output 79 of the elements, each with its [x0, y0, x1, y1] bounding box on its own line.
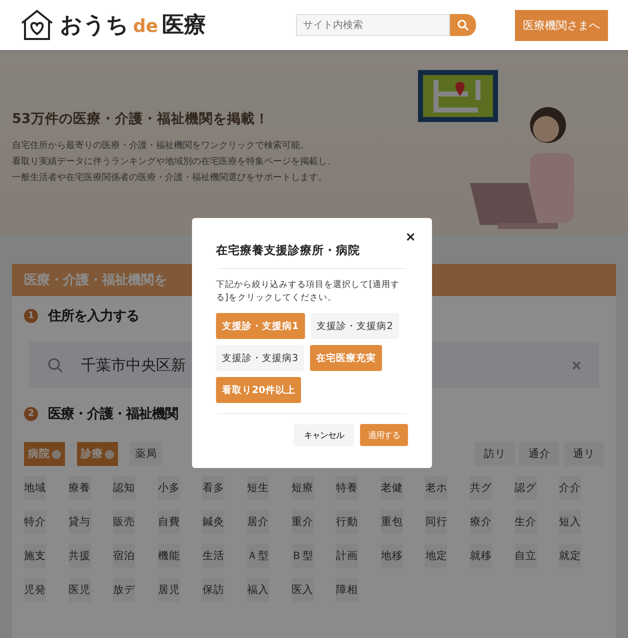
filter-option[interactable]: 在宅医療充実 [310, 345, 382, 371]
facility-link-button[interactable]: 医療機関さまへ [515, 10, 608, 40]
filter-tag[interactable]: 薬局 [130, 442, 162, 466]
logo-text[interactable]: おうち de 医療 [60, 10, 206, 40]
filter-tag[interactable]: 地域 [24, 476, 46, 500]
filter-tag[interactable]: 介介 [559, 476, 582, 500]
filter-tag[interactable]: 就定 [559, 544, 582, 568]
apply-button[interactable]: 適用する [360, 424, 408, 446]
filter-tag[interactable]: 短生 [246, 476, 269, 500]
filter-tag[interactable]: 施支 [24, 544, 46, 568]
hero-description: 自宅住所から最寄りの医療・介護・福祉機関をワンクリックで検索可能。 看取り実績データに伴うランキングや地域別の在宅医療を特集ページを掲載し、 一般生活者や在宅医療関係者の医療・介護・福祉機関選びをサポートします。 [12, 139, 337, 185]
filter-tag[interactable]: 同行 [425, 510, 448, 534]
filter-tag[interactable]: 保訪 [202, 578, 224, 602]
filter-tag[interactable]: 療介 [470, 510, 492, 534]
filter-tag[interactable]: 老ホ [425, 476, 448, 500]
filter-tag[interactable]: 共グ [470, 476, 492, 500]
clear-icon[interactable] [572, 361, 581, 370]
cancel-button[interactable]: キャンセル [294, 424, 354, 446]
filter-tag[interactable]: 行動 [336, 510, 358, 534]
close-button[interactable]: × [405, 230, 416, 245]
house-heart-icon [20, 9, 54, 41]
filter-tag[interactable]: 販売 [113, 510, 136, 534]
filter-tag[interactable]: 生活 [202, 544, 224, 568]
filter-tag[interactable]: 特介 [24, 510, 46, 534]
filter-tag[interactable]: 病院 [24, 442, 65, 466]
filter-option[interactable]: 支援診・支援病3 [216, 345, 304, 371]
filter-tag[interactable]: 看多 [202, 476, 224, 500]
filter-tag[interactable]: 診療 [77, 442, 118, 466]
step-title: 医療・介護・福祉機関 [48, 405, 178, 423]
search-icon [47, 357, 63, 373]
filter-tag[interactable]: 地移 [380, 544, 403, 568]
filter-option[interactable]: 支援診・支援病1 [216, 313, 305, 339]
remove-icon [105, 450, 114, 458]
filter-tag[interactable]: 医入 [292, 578, 314, 602]
filter-tag[interactable]: 通介 [519, 442, 560, 466]
filter-tag[interactable]: 福入 [246, 578, 269, 602]
step-title: 住所を入力する [48, 308, 139, 325]
filter-tag[interactable]: 就移 [470, 544, 492, 568]
filter-tag[interactable]: 重包 [380, 510, 403, 534]
filter-tag[interactable]: 地定 [425, 544, 448, 568]
filter-tag[interactable]: 認グ [514, 476, 537, 500]
filter-tag[interactable]: 自費 [158, 510, 180, 534]
search-field[interactable]: サイト内検索 [296, 14, 450, 36]
filter-tag[interactable]: 通リ [564, 442, 604, 466]
filter-tag[interactable]: 自立 [514, 544, 537, 568]
filter-tag[interactable]: 計画 [336, 544, 358, 568]
filter-tag[interactable]: 生介 [514, 510, 537, 534]
filter-tag[interactable]: 重介 [292, 510, 314, 534]
filter-tag[interactable]: 短入 [559, 510, 582, 534]
search-icon [457, 19, 470, 31]
filter-tag[interactable]: 鍼灸 [202, 510, 224, 534]
filter-option[interactable]: 看取り20件以上 [216, 377, 302, 403]
filter-tag[interactable]: 短療 [292, 476, 314, 500]
filter-tag[interactable]: 医児 [68, 578, 91, 602]
filter-option[interactable]: 支援診・支援病2 [310, 313, 399, 339]
filter-tag[interactable]: Ｂ型 [292, 544, 314, 568]
filter-tag[interactable]: Ａ型 [246, 544, 269, 568]
hero-headline: 53万件の医療・介護・福祉機関を掲載！ [12, 110, 270, 128]
filter-tag[interactable]: 老健 [380, 476, 403, 500]
filter-tag[interactable]: 放デ [113, 578, 136, 602]
dialog-title: 在宅療養支援診療所・病院 [216, 243, 361, 258]
map-pin-icon [418, 70, 498, 122]
filter-tag[interactable]: 共援 [68, 544, 91, 568]
filter-tag[interactable]: 認知 [113, 476, 136, 500]
step-number: 1 [24, 309, 38, 323]
filter-tag[interactable]: 療養 [68, 476, 91, 500]
filter-tag[interactable]: 児発 [24, 578, 46, 602]
step-number: 2 [24, 407, 38, 421]
filter-tag[interactable]: 機能 [158, 544, 180, 568]
filter-tag[interactable]: 居介 [246, 510, 269, 534]
filter-tag[interactable]: 小多 [158, 476, 180, 500]
remove-icon [52, 450, 61, 458]
filter-tag[interactable]: 特養 [336, 476, 358, 500]
filter-tag[interactable]: 貸与 [68, 510, 91, 534]
filter-tag[interactable]: 障相 [336, 578, 358, 602]
filter-tag[interactable]: 宿泊 [113, 544, 136, 568]
search-button[interactable] [450, 14, 476, 36]
filter-tag[interactable]: 訪リ [474, 442, 515, 466]
filter-tag[interactable]: 居児 [158, 578, 180, 602]
